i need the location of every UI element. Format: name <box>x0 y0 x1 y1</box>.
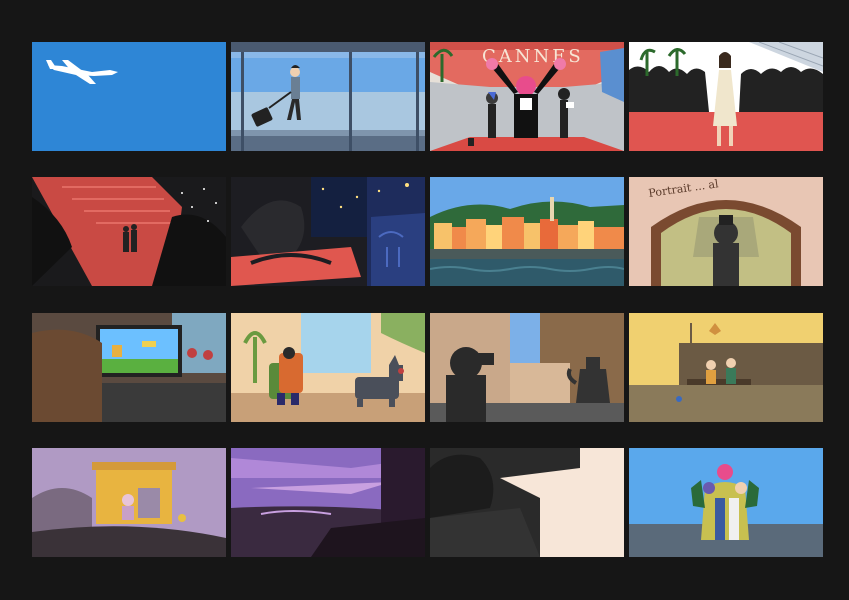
panel-airport[interactable] <box>231 42 425 151</box>
group-hug-illustration <box>629 448 823 557</box>
coastal-town-illustration <box>430 177 624 286</box>
panel-backpack-dog[interactable] <box>231 313 425 422</box>
panel-hut-dusk[interactable] <box>32 448 226 557</box>
panel-cannes-red-carpet[interactable]: CANNES <box>430 42 624 151</box>
panel-plane[interactable] <box>32 42 226 151</box>
panel-photographer-kettle[interactable] <box>430 313 624 422</box>
tv-game-illustration <box>32 313 226 422</box>
cannes-illustration: CANNES <box>430 42 624 151</box>
archway-illustration: Portrait ... al <box>629 177 823 286</box>
night-stairs-illustration <box>32 177 226 286</box>
panel-photographer-archway[interactable]: Portrait ... al <box>629 177 823 286</box>
actress-illustration <box>629 42 823 151</box>
purple-lake-illustration <box>231 448 425 557</box>
backpack-dog-illustration <box>231 313 425 422</box>
hotel-night-illustration <box>231 177 425 286</box>
panel-hotel-night[interactable] <box>231 177 425 286</box>
airport-illustration <box>231 42 425 151</box>
panel-actress-crowd[interactable] <box>629 42 823 151</box>
panel-night-stairs[interactable] <box>32 177 226 286</box>
storyboard-grid: CANNES Portrait ... al <box>0 0 849 600</box>
hut-dusk-illustration <box>32 448 226 557</box>
panel-cliff-silhouette[interactable] <box>430 448 624 557</box>
panel-tv-game[interactable] <box>32 313 226 422</box>
person-figure <box>122 494 134 520</box>
couple-bench-illustration <box>629 313 823 422</box>
panel-purple-lake[interactable] <box>231 448 425 557</box>
panel-couple-bench[interactable] <box>629 313 823 422</box>
cliff-illustration <box>430 448 624 557</box>
plane-illustration <box>32 42 226 151</box>
panel-group-hug[interactable] <box>629 448 823 557</box>
panel-coastal-town[interactable] <box>430 177 624 286</box>
photographer-figure <box>713 215 739 286</box>
kettle-illustration <box>430 313 624 422</box>
